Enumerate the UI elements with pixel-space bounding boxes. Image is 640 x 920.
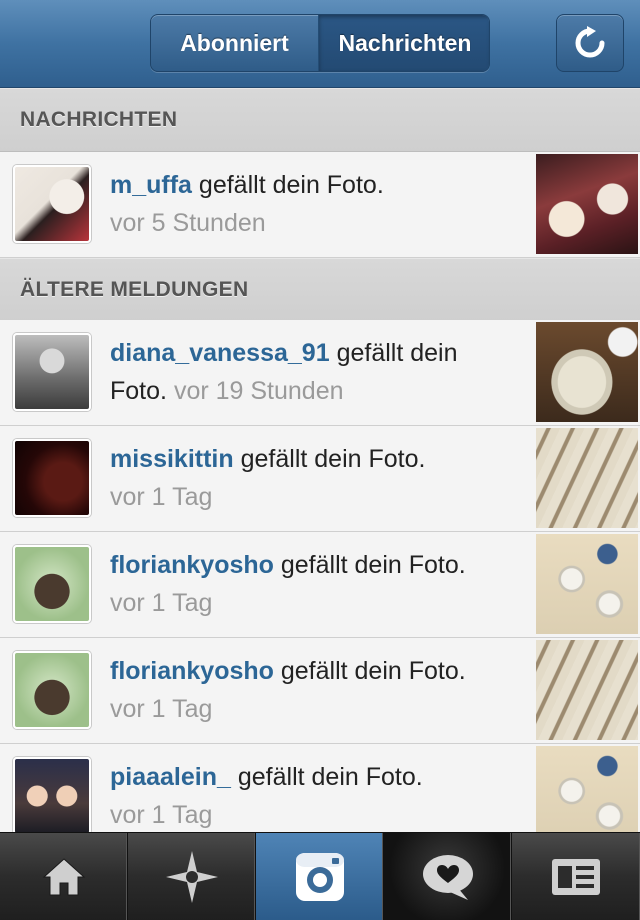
tab-abonniert[interactable]: Abonniert <box>151 15 319 71</box>
action-text: gefällt dein Foto. <box>240 445 426 473</box>
liked-photo-thumbnail[interactable] <box>536 534 638 634</box>
liked-photo-thumbnail[interactable] <box>536 322 638 422</box>
timestamp: vor 1 Tag <box>110 483 213 511</box>
action-text: gefällt dein Foto. <box>237 763 423 791</box>
action-text: gefällt dein Foto. <box>198 171 384 199</box>
avatar[interactable] <box>13 545 91 623</box>
section-header-nachrichten: NACHRICHTEN <box>0 88 640 152</box>
explore-icon <box>165 851 218 903</box>
home-icon <box>42 858 85 896</box>
username-link[interactable]: m_uffa <box>110 171 192 199</box>
timestamp: vor 1 Tag <box>110 589 213 617</box>
tab-home[interactable] <box>0 833 128 920</box>
liked-photo-thumbnail[interactable] <box>536 154 638 254</box>
tab-explore[interactable] <box>128 833 256 920</box>
tab-camera[interactable] <box>256 833 384 920</box>
refresh-icon <box>575 26 605 58</box>
username-link[interactable]: floriankyosho <box>110 551 274 579</box>
notification-row[interactable]: missikittin gefällt dein Foto. vor 1 Tag <box>0 426 640 532</box>
tab-nachrichten[interactable]: Nachrichten <box>319 15 489 71</box>
notification-text: piaaalein_ gefällt dein Foto. vor 1 Tag <box>110 758 520 834</box>
notification-text: diana_vanessa_91 gefällt dein Foto. vor … <box>110 334 520 410</box>
username-link[interactable]: floriankyosho <box>110 657 274 685</box>
news-icon <box>422 855 473 900</box>
section-title: ÄLTERE MELDUNGEN <box>20 278 249 301</box>
tab-news[interactable] <box>384 833 512 920</box>
timestamp: vor 19 Stunden <box>173 377 344 405</box>
username-link[interactable]: piaaalein_ <box>110 763 231 791</box>
avatar[interactable] <box>13 439 91 517</box>
bottom-tab-bar <box>0 832 640 920</box>
username-link[interactable]: missikittin <box>110 445 234 473</box>
liked-photo-thumbnail[interactable] <box>536 640 638 740</box>
username-link[interactable]: diana_vanessa_91 <box>110 339 330 367</box>
liked-photo-thumbnail[interactable] <box>536 428 638 528</box>
avatar[interactable] <box>13 651 91 729</box>
timestamp: vor 1 Tag <box>110 801 213 829</box>
feed-segmented-control: Abonniert Nachrichten <box>150 14 490 72</box>
section-header-aeltere-meldungen: ÄLTERE MELDUNGEN <box>0 258 640 322</box>
notification-text: floriankyosho gefällt dein Foto. vor 1 T… <box>110 652 520 728</box>
notification-text: missikittin gefällt dein Foto. vor 1 Tag <box>110 440 520 516</box>
avatar[interactable] <box>13 165 91 243</box>
notification-text: floriankyosho gefällt dein Foto. vor 1 T… <box>110 546 520 622</box>
avatar[interactable] <box>13 333 91 411</box>
section-title: NACHRICHTEN <box>20 108 178 131</box>
action-text: gefällt dein Foto. <box>280 657 466 685</box>
notification-row[interactable]: diana_vanessa_91 gefällt dein Foto. vor … <box>0 320 640 426</box>
refresh-button[interactable] <box>556 14 624 72</box>
timestamp: vor 1 Tag <box>110 695 213 723</box>
notification-text: m_uffa gefällt dein Foto. vor 5 Stunden <box>110 166 520 242</box>
timestamp: vor 5 Stunden <box>110 209 266 237</box>
profile-icon <box>552 859 600 895</box>
avatar[interactable] <box>13 757 91 835</box>
camera-icon <box>295 853 344 901</box>
notification-row[interactable]: floriankyosho gefällt dein Foto. vor 1 T… <box>0 532 640 638</box>
top-bar: Abonniert Nachrichten <box>0 0 640 88</box>
tab-profile[interactable] <box>512 833 640 920</box>
notification-row[interactable]: m_uffa gefällt dein Foto. vor 5 Stunden <box>0 152 640 258</box>
liked-photo-thumbnail[interactable] <box>536 746 638 846</box>
action-text: gefällt dein Foto. <box>280 551 466 579</box>
notification-row[interactable]: floriankyosho gefällt dein Foto. vor 1 T… <box>0 638 640 744</box>
